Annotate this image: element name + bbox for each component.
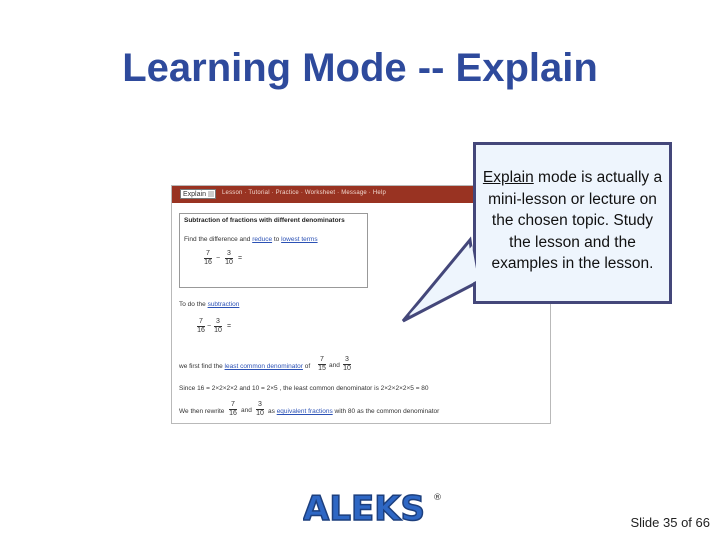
fraction-3-10-c: 3 10 [343,356,351,372]
and-word-b: and [241,407,252,414]
problem-instruction: Find the difference and reduce to lowest… [184,236,318,243]
lesson-intro: To do the subtraction [179,301,240,308]
callout-emphasis: Explain [482,169,534,187]
fraction-3-10-d: 3 10 [256,401,264,417]
lcd-link[interactable]: least common denominator [225,363,303,370]
mode-select[interactable]: Explain [180,189,216,199]
equals-sign-b: = [227,323,232,330]
aleks-logo: ALEKS ® [303,489,442,525]
reduce-link[interactable]: reduce [252,236,272,243]
svg-text:ALEKS: ALEKS [303,489,425,525]
problem-box: Subtraction of fractions with different … [179,213,368,288]
equals-sign: = [238,255,243,262]
callout-text: Explain mode is actually a mini-lesson o… [480,167,665,275]
svg-text:®: ® [433,493,442,503]
minus-sign-b: − [207,323,212,330]
fraction-7-15: 7 15 [318,356,326,372]
explain-callout: Explain mode is actually a mini-lesson o… [473,142,672,304]
lowest-terms-link[interactable]: lowest terms [281,236,317,243]
minus-sign: − [216,255,221,262]
since-line: Since 16 = 2×2×2×2 and 10 = 2×5 , the le… [179,385,429,392]
rewrite-rest: as equivalent fractions with 80 as the c… [268,408,440,415]
and-word: and [329,362,340,369]
equivalent-fractions-link[interactable]: equivalent fractions [277,408,333,415]
lcd-line: we first find the least common denominat… [179,363,311,370]
fraction-3-10-b: 3 10 [214,318,222,334]
fraction-3-10: 3 10 [225,250,233,266]
fraction-7-16-c: 7 16 [229,401,237,417]
fraction-7-16: 7 16 [204,250,212,266]
menu-items: Lesson · Tutorial · Practice · Worksheet… [222,190,387,196]
subtraction-link[interactable]: subtraction [208,301,240,308]
problem-title: Subtraction of fractions with different … [184,217,345,224]
rewrite-label: We then rewrite [179,408,225,415]
fraction-7-16-b: 7 16 [197,318,205,334]
slide-title: Learning Mode -- Explain [122,46,598,90]
slide-number: Slide 35 of 66 [630,515,710,530]
